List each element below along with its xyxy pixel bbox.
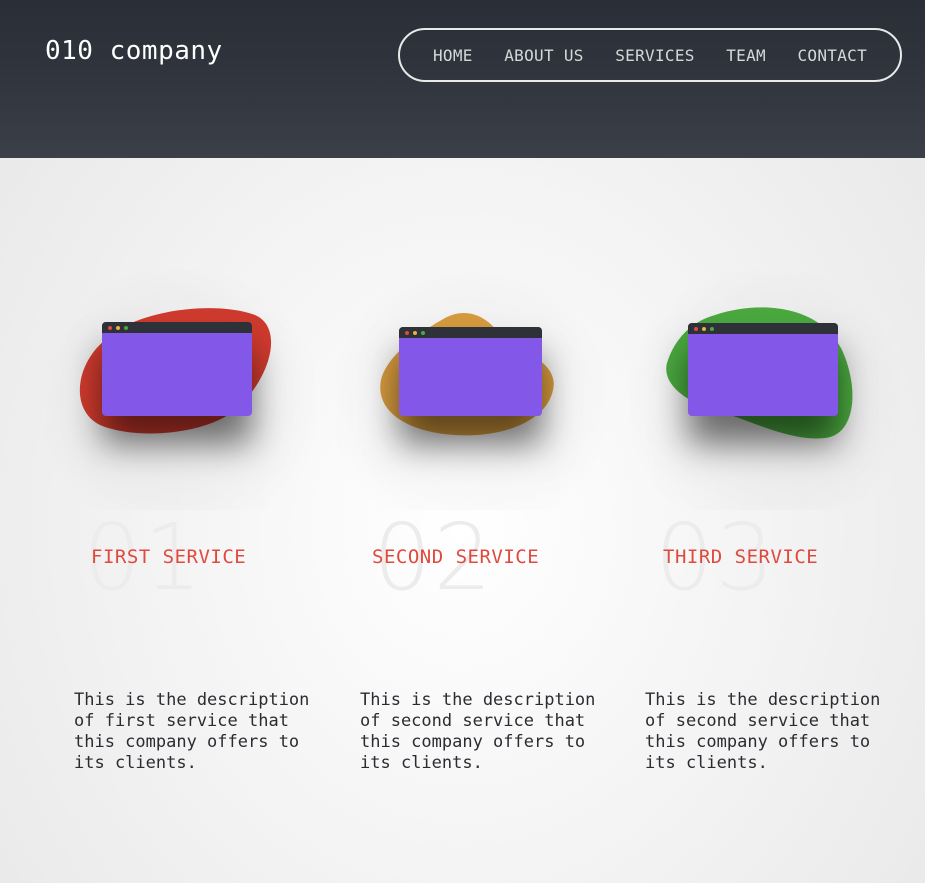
service-title: FIRST SERVICE bbox=[91, 546, 247, 568]
service-card-second: 02 SECOND SERVICE This is the descriptio… bbox=[335, 160, 605, 880]
browser-window-icon bbox=[399, 327, 542, 416]
main-nav: HOME ABOUT US SERVICES TEAM CONTACT bbox=[398, 28, 902, 82]
service-card-first: 01 FIRST SERVICE This is the description… bbox=[45, 160, 315, 880]
service-title: SECOND SERVICE bbox=[372, 546, 540, 568]
service-title: THIRD SERVICE bbox=[663, 546, 819, 568]
service-illustration bbox=[335, 270, 605, 510]
service-description: This is the description of first service… bbox=[74, 690, 310, 773]
nav-services[interactable]: SERVICES bbox=[615, 46, 694, 65]
site-header: 010 company HOME ABOUT US SERVICES TEAM … bbox=[0, 0, 925, 158]
service-description: This is the description of second servic… bbox=[645, 690, 881, 773]
service-illustration bbox=[45, 270, 315, 510]
browser-window-icon bbox=[688, 323, 838, 416]
service-illustration bbox=[630, 270, 900, 510]
site-logo[interactable]: 010 company bbox=[45, 36, 223, 66]
nav-home[interactable]: HOME bbox=[433, 46, 473, 65]
service-card-third: 03 THIRD SERVICE This is the description… bbox=[630, 160, 900, 880]
nav-team[interactable]: TEAM bbox=[726, 46, 766, 65]
nav-contact[interactable]: CONTACT bbox=[797, 46, 867, 65]
nav-about-us[interactable]: ABOUT US bbox=[504, 46, 583, 65]
service-description: This is the description of second servic… bbox=[360, 690, 596, 773]
browser-window-icon bbox=[102, 322, 252, 416]
